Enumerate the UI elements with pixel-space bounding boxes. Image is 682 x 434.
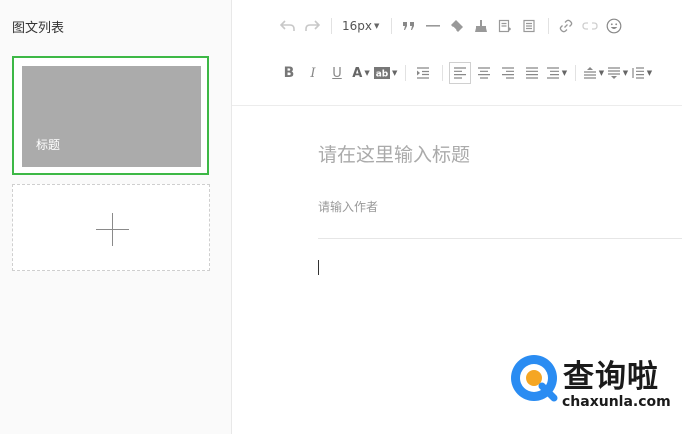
caret-down-icon: ▼ [374, 22, 380, 30]
font-color-icon[interactable]: A ▼ [350, 62, 372, 84]
toolbar-separator [548, 18, 550, 34]
caret-down-icon: ▼ [392, 69, 398, 77]
text-cursor [318, 260, 319, 275]
watermark-brand: 查询啦 [563, 359, 659, 395]
panel-title: 图文列表 [12, 21, 65, 36]
paste-text-icon[interactable] [518, 15, 540, 37]
redo-icon[interactable] [301, 15, 323, 37]
caret-down-icon: ▼ [364, 69, 370, 77]
font-size-value: 16px [342, 19, 372, 33]
align-left-icon[interactable] [449, 62, 472, 84]
caret-down-icon: ▼ [598, 69, 605, 77]
link-icon[interactable] [555, 15, 577, 37]
caret-down-icon: ▼ [646, 69, 653, 77]
paragraph-spacing-before-icon[interactable]: ▼ [582, 62, 604, 84]
article-list-panel: 图文列表 标题 [0, 0, 232, 434]
align-center-icon[interactable] [473, 62, 495, 84]
horizontal-rule-icon[interactable] [422, 15, 444, 37]
svg-text:ab: ab [376, 70, 389, 80]
blockquote-icon[interactable] [398, 15, 420, 37]
list-spacing-icon[interactable]: ▼ [545, 62, 567, 84]
caret-down-icon: ▼ [561, 69, 568, 77]
bold-icon[interactable]: B [278, 62, 300, 84]
article-card-title: 标题 [36, 138, 61, 152]
toolbar-separator [391, 18, 393, 34]
editor-divider [318, 238, 682, 239]
indent-icon[interactable] [412, 62, 434, 84]
emoji-icon[interactable] [603, 15, 625, 37]
caret-down-icon: ▼ [622, 69, 629, 77]
align-justify-icon[interactable] [521, 62, 543, 84]
toolbar-separator [405, 65, 407, 81]
line-height-icon[interactable]: ▼ [630, 62, 652, 84]
eraser-icon[interactable] [446, 15, 468, 37]
editor-toolbar: 16px ▼ B I U A ▼ ab ▼ ▼ ▼ ▼ ▼ [232, 0, 682, 106]
align-right-icon[interactable] [497, 62, 519, 84]
title-input[interactable]: 请在这里输入标题 [318, 140, 470, 167]
article-thumbnail: 标题 [22, 66, 201, 167]
chaxunla-logo-icon [511, 355, 558, 402]
toolbar-separator [442, 65, 444, 81]
toolbar-separator [331, 18, 332, 34]
toolbar-separator [575, 65, 577, 81]
background-color-icon[interactable]: ab ▼ [374, 62, 397, 84]
watermark-url: chaxunla.com [562, 394, 671, 410]
italic-icon[interactable]: I [302, 62, 324, 84]
unlink-icon[interactable] [579, 15, 601, 37]
add-article-button[interactable] [12, 184, 210, 271]
undo-icon[interactable] [277, 15, 299, 37]
paragraph-spacing-after-icon[interactable]: ▼ [606, 62, 628, 84]
font-size-select[interactable]: 16px ▼ [338, 15, 383, 37]
insert-template-icon[interactable] [494, 15, 516, 37]
article-card-selected[interactable]: 标题 [12, 56, 209, 175]
plus-icon-vertical [112, 213, 113, 246]
underline-icon[interactable]: U [326, 62, 348, 84]
author-input[interactable]: 请输入作者 [318, 198, 378, 215]
format-brush-icon[interactable] [470, 15, 492, 37]
